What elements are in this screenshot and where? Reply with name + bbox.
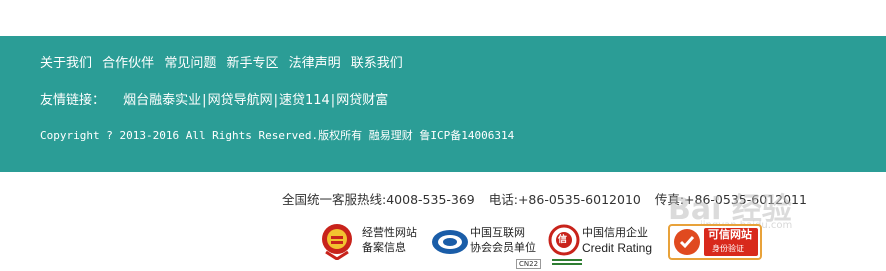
footer-link-faq[interactable]: 常见问题 (164, 56, 216, 71)
footer-nav: 关于我们 合作伙伴 常见问题 新手专区 法律声明 联系我们 (40, 52, 409, 71)
credit-rating-badge[interactable]: 信 中国信用企业 Credit Rating CN22 (516, 220, 658, 269)
credit-badge-line1: 中国信用企业 (582, 226, 648, 239)
fax-text: 传真:+86-0535-6012011 (654, 192, 807, 207)
footer-link-partners[interactable]: 合作伙伴 (102, 56, 154, 71)
footer-link-contact[interactable]: 联系我们 (351, 56, 403, 71)
site-footer: 关于我们 合作伙伴 常见问题 新手专区 法律声明 联系我们 友情链接： 烟台融泰… (0, 36, 886, 172)
trusted-badge-line1: 可信网站 (708, 228, 752, 241)
hotline-text: 全国统一客服热线:4008-535-369 (282, 192, 475, 207)
cn22-tag: CN22 (516, 259, 542, 269)
contact-info: 全国统一客服热线:4008-535-369 电话:+86-0535-601201… (282, 189, 817, 208)
trusted-shield-icon (674, 229, 700, 255)
copyright-text: Copyright ? 2013-2016 All Rights Reserve… (40, 129, 515, 142)
footer-link-legal[interactable]: 法律声明 (289, 56, 341, 71)
internet-badge-line1: 中国互联网 (470, 226, 525, 239)
credit-badge-line2: Credit Rating (582, 241, 653, 255)
internet-badge-line2: 协会会员单位 (470, 241, 536, 254)
friend-link-separator: | (330, 93, 336, 108)
phone-text: 电话:+86-0535-6012010 (488, 192, 641, 207)
internet-association-badge[interactable]: 中国互联网 协会会员单位 (430, 220, 550, 262)
friend-link-separator: | (273, 93, 278, 108)
icp-badge-line1: 经营性网站 (362, 226, 417, 239)
trusted-site-badge[interactable]: 可信网站 身份验证 (668, 220, 764, 262)
icp-badge-line2: 备案信息 (362, 241, 406, 254)
footer-link-newbie[interactable]: 新手专区 (226, 56, 278, 71)
icp-seal-icon (322, 224, 352, 260)
stripes-icon (552, 259, 582, 265)
friend-link-separator: | (202, 93, 207, 108)
friend-link-sudai[interactable]: 速贷114 (279, 93, 330, 108)
friend-link-caifu[interactable]: 网贷财富 (336, 93, 388, 108)
globe-icon (432, 230, 468, 254)
friend-link-daohang[interactable]: 网贷导航网 (208, 93, 273, 108)
credit-seal-char: 信 (558, 235, 568, 245)
friend-links-row: 友情链接： 烟台融泰实业|网贷导航网|速贷114|网贷财富 (40, 89, 388, 108)
trusted-badge-line2: 身份验证 (712, 244, 744, 253)
friend-link-rongtai[interactable]: 烟台融泰实业 (123, 93, 201, 108)
friend-links-label: 友情链接： (40, 93, 106, 108)
footer-link-about[interactable]: 关于我们 (40, 56, 92, 71)
icp-badge[interactable]: 经营性网站 备案信息 (318, 220, 428, 262)
